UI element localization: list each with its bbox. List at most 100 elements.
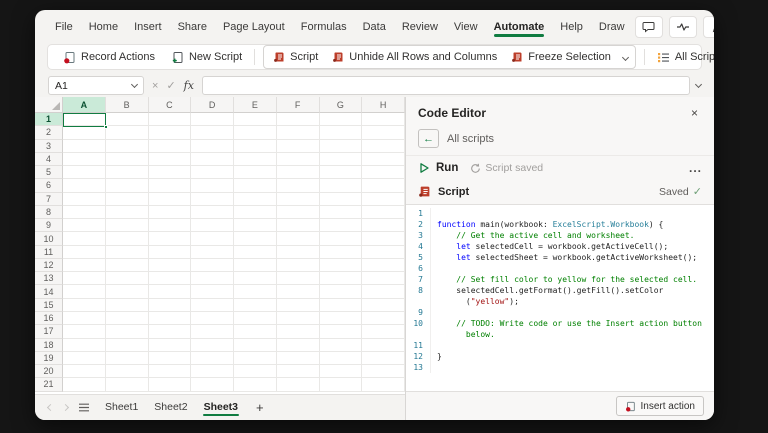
cell-e13[interactable] xyxy=(234,272,277,286)
column-header-a[interactable]: A xyxy=(63,97,106,113)
cell-e21[interactable] xyxy=(234,378,277,392)
row-header-1[interactable]: 1 xyxy=(35,113,63,127)
cell-g13[interactable] xyxy=(319,272,363,286)
cell-c14[interactable] xyxy=(148,285,192,299)
cell-a21[interactable] xyxy=(63,378,106,392)
cell-d3[interactable] xyxy=(191,139,234,153)
script-gallery-item-script[interactable]: Script xyxy=(266,46,325,68)
cell-h19[interactable] xyxy=(362,351,405,366)
cell-g17[interactable] xyxy=(319,325,363,339)
cell-h13[interactable] xyxy=(362,272,405,286)
cell-h6[interactable] xyxy=(362,179,405,193)
cell-f17[interactable] xyxy=(276,325,320,339)
cell-a8[interactable] xyxy=(63,205,106,220)
cell-b9[interactable] xyxy=(105,219,149,233)
column-header-c[interactable]: C xyxy=(148,97,192,113)
cell-g8[interactable] xyxy=(319,205,363,220)
formula-bar-expand-chevron-icon[interactable] xyxy=(694,80,703,88)
cell-g4[interactable] xyxy=(319,152,363,167)
cell-c9[interactable] xyxy=(148,219,192,233)
cell-d4[interactable] xyxy=(191,152,234,167)
cell-a10[interactable] xyxy=(63,232,106,246)
cell-h20[interactable] xyxy=(362,365,405,379)
cell-a20[interactable] xyxy=(63,365,106,379)
row-header-14[interactable]: 14 xyxy=(35,285,63,299)
insert-function-icon[interactable]: fx xyxy=(184,79,194,92)
cell-d6[interactable] xyxy=(191,179,234,193)
row-header-16[interactable]: 16 xyxy=(35,311,63,326)
cell-h3[interactable] xyxy=(362,139,405,153)
editing-mode-button[interactable] xyxy=(702,16,714,38)
fill-handle[interactable] xyxy=(104,124,108,129)
cell-c21[interactable] xyxy=(148,378,192,392)
cell-c8[interactable] xyxy=(148,205,192,220)
column-header-h[interactable]: H xyxy=(362,97,405,113)
gallery-expand-chevron-icon[interactable] xyxy=(621,53,629,61)
cell-b20[interactable] xyxy=(105,365,149,379)
cell-h15[interactable] xyxy=(362,298,405,312)
activity-button[interactable] xyxy=(668,16,697,38)
column-header-d[interactable]: D xyxy=(191,97,234,113)
menu-tab-insert[interactable]: Insert xyxy=(126,15,170,40)
cell-b13[interactable] xyxy=(105,272,149,286)
cell-c17[interactable] xyxy=(148,325,192,339)
menu-tab-data[interactable]: Data xyxy=(355,15,394,40)
cell-c20[interactable] xyxy=(148,365,192,379)
row-header-13[interactable]: 13 xyxy=(35,272,63,286)
cell-e6[interactable] xyxy=(234,179,277,193)
cell-e19[interactable] xyxy=(234,351,277,366)
cell-f12[interactable] xyxy=(276,258,320,273)
column-header-e[interactable]: E xyxy=(234,97,277,113)
cell-c12[interactable] xyxy=(148,258,192,273)
cell-f3[interactable] xyxy=(276,139,320,153)
cell-e10[interactable] xyxy=(234,232,277,246)
cell-g3[interactable] xyxy=(319,139,363,153)
script-gallery-item-unhide[interactable]: Unhide All Rows and Columns xyxy=(325,46,504,68)
cell-e14[interactable] xyxy=(234,285,277,299)
select-all-corner[interactable] xyxy=(35,97,63,113)
sheet-tab-sheet2[interactable]: Sheet2 xyxy=(146,397,195,418)
confirm-check-icon[interactable]: ✓ xyxy=(166,79,175,92)
cell-a15[interactable] xyxy=(63,298,106,312)
row-header-21[interactable]: 21 xyxy=(35,378,63,392)
cell-a7[interactable] xyxy=(63,192,106,206)
cell-b19[interactable] xyxy=(105,351,149,366)
cell-d21[interactable] xyxy=(191,378,234,392)
cell-h5[interactable] xyxy=(362,166,405,180)
cell-e16[interactable] xyxy=(234,311,277,326)
cell-a16[interactable] xyxy=(63,311,106,326)
row-header-15[interactable]: 15 xyxy=(35,298,63,312)
all-sheets-menu-icon[interactable] xyxy=(75,403,93,412)
cell-e20[interactable] xyxy=(234,365,277,379)
cell-e7[interactable] xyxy=(234,192,277,206)
sheet-tab-sheet1[interactable]: Sheet1 xyxy=(97,397,146,418)
row-header-5[interactable]: 5 xyxy=(35,166,63,180)
column-header-g[interactable]: G xyxy=(319,97,363,113)
cell-c19[interactable] xyxy=(148,351,192,366)
cell-b21[interactable] xyxy=(105,378,149,392)
cell-c4[interactable] xyxy=(148,152,192,167)
cell-h1[interactable] xyxy=(362,113,405,127)
cell-f18[interactable] xyxy=(276,338,320,352)
cell-d7[interactable] xyxy=(191,192,234,206)
cell-f15[interactable] xyxy=(276,298,320,312)
cell-f4[interactable] xyxy=(276,152,320,167)
cell-a11[interactable] xyxy=(63,245,106,259)
cell-e11[interactable] xyxy=(234,245,277,259)
cell-b6[interactable] xyxy=(105,179,149,193)
cell-d8[interactable] xyxy=(191,205,234,220)
cell-h7[interactable] xyxy=(362,192,405,206)
row-header-19[interactable]: 19 xyxy=(35,351,63,366)
cell-g19[interactable] xyxy=(319,351,363,366)
record-actions-button[interactable]: Record Actions xyxy=(56,46,162,68)
cell-d14[interactable] xyxy=(191,285,234,299)
cell-a14[interactable] xyxy=(63,285,106,299)
cell-g16[interactable] xyxy=(319,311,363,326)
cell-b5[interactable] xyxy=(105,166,149,180)
row-header-8[interactable]: 8 xyxy=(35,205,63,220)
cell-d16[interactable] xyxy=(191,311,234,326)
cell-a17[interactable] xyxy=(63,325,106,339)
back-arrow-button[interactable]: ← xyxy=(418,129,439,148)
cell-a5[interactable] xyxy=(63,166,106,180)
cell-g5[interactable] xyxy=(319,166,363,180)
